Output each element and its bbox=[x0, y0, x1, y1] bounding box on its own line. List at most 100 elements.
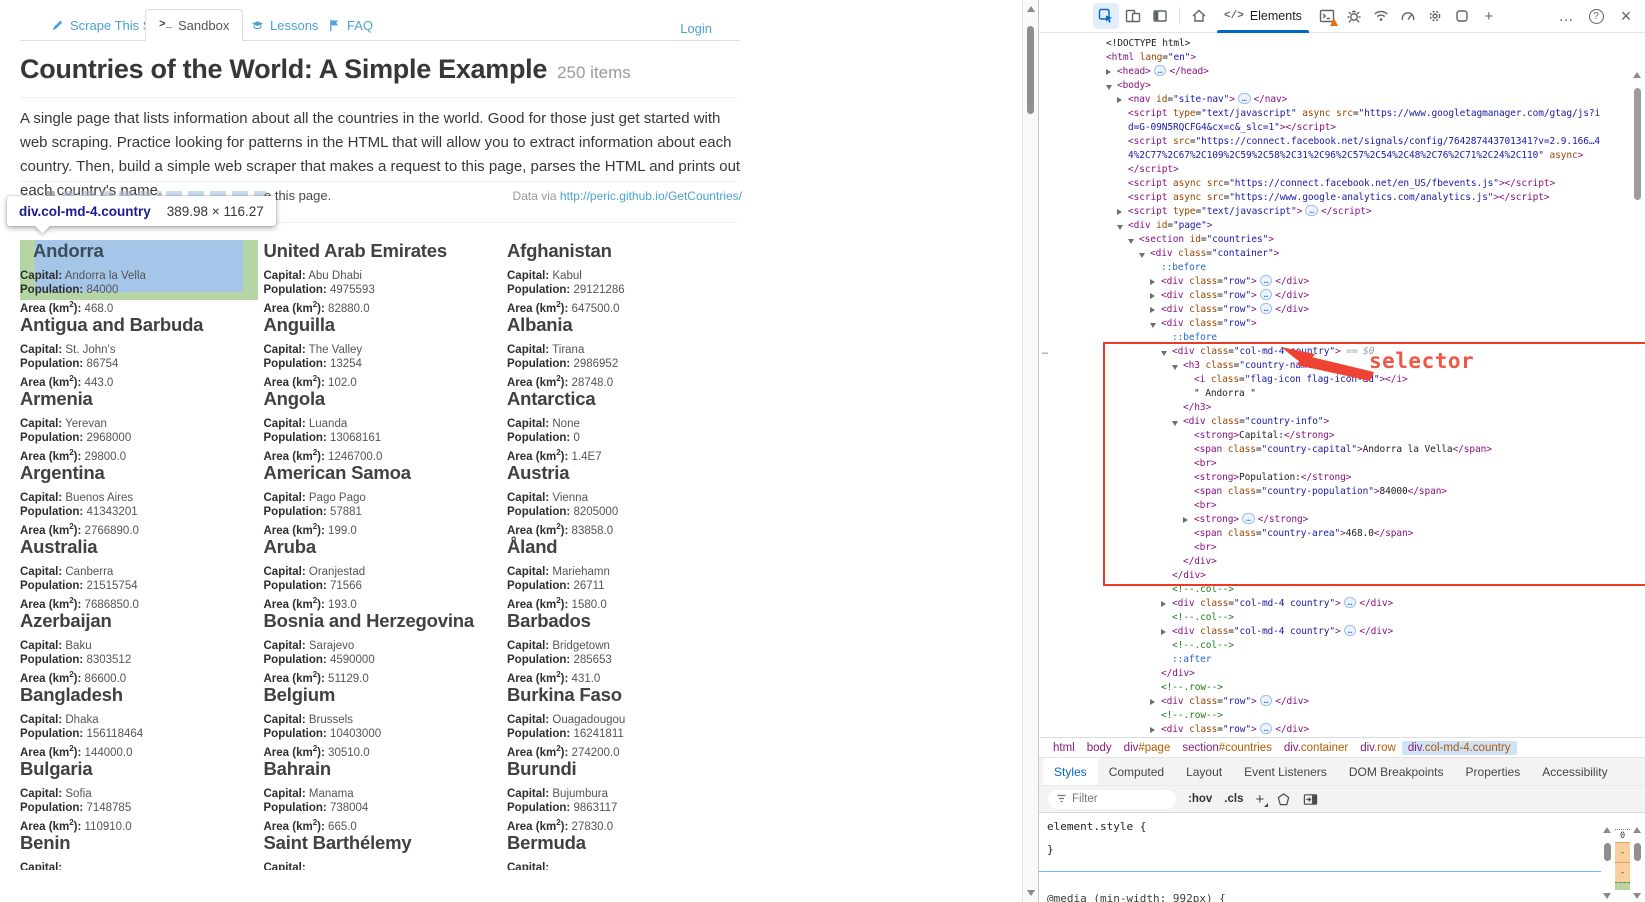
dom-tree-scrollbar[interactable] bbox=[1631, 70, 1644, 737]
scrollbar-thumb[interactable] bbox=[1634, 88, 1641, 200]
nav-item-sandbox[interactable]: >_ Sandbox bbox=[145, 9, 243, 41]
dom-tree-line[interactable]: </div> bbox=[1039, 569, 1645, 583]
sidebar-tab-layout[interactable]: Layout bbox=[1175, 758, 1233, 785]
scrollbar-thumb[interactable] bbox=[1027, 26, 1034, 114]
collapse-arrow-icon[interactable] bbox=[1106, 85, 1112, 90]
dom-tree-line[interactable]: <div class="row">…</div> bbox=[1039, 275, 1645, 289]
expand-arrow-icon[interactable] bbox=[1161, 601, 1166, 607]
dom-tree-line[interactable]: <!--.col--> bbox=[1039, 611, 1645, 625]
add-panel-icon[interactable]: + bbox=[1476, 3, 1502, 29]
dom-tree-line[interactable]: <div id="page"> bbox=[1039, 219, 1645, 233]
home-icon[interactable] bbox=[1186, 3, 1212, 29]
sidebar-tab-computed[interactable]: Computed bbox=[1098, 758, 1175, 785]
dom-tree-line[interactable]: <span class="country-capital">Andorra la… bbox=[1039, 443, 1645, 457]
dom-tree-line[interactable]: <span class="country-area">468.0</span> bbox=[1039, 527, 1645, 541]
dom-tree-line[interactable]: <div class="container"> bbox=[1039, 247, 1645, 261]
new-style-rule-button[interactable]: + bbox=[1255, 791, 1264, 808]
scroll-down-arrow-icon[interactable] bbox=[1027, 890, 1035, 896]
expand-arrow-icon[interactable] bbox=[1117, 209, 1122, 215]
expand-arrow-icon[interactable] bbox=[1106, 69, 1111, 75]
dom-tree-line[interactable]: <br> bbox=[1039, 457, 1645, 471]
breadcrumb-item[interactable]: html bbox=[1047, 741, 1081, 755]
sidebar-scrollbar[interactable] bbox=[1631, 827, 1644, 899]
scroll-up-arrow-icon[interactable] bbox=[1633, 827, 1641, 833]
storage-icon[interactable] bbox=[1449, 3, 1475, 29]
styles-scrollbar[interactable] bbox=[1601, 827, 1614, 899]
dom-tree-line[interactable]: </script> bbox=[1039, 163, 1645, 177]
inline-expand-icon[interactable]: … bbox=[1305, 205, 1318, 216]
breadcrumb-item[interactable]: div.row bbox=[1354, 741, 1402, 755]
expand-arrow-icon[interactable] bbox=[1150, 293, 1155, 299]
dom-tree-line[interactable]: " Andorra " bbox=[1039, 387, 1645, 401]
expand-arrow-icon[interactable] bbox=[1150, 699, 1155, 705]
help-icon[interactable]: ? bbox=[1589, 9, 1604, 24]
inline-expand-icon[interactable]: … bbox=[1344, 597, 1357, 608]
login-link[interactable]: Login bbox=[680, 21, 712, 36]
sidebar-tab-properties[interactable]: Properties bbox=[1455, 758, 1532, 785]
breadcrumb-item[interactable]: section#countries bbox=[1176, 741, 1278, 755]
dom-tree-line[interactable]: <div class="country-info"> bbox=[1039, 415, 1645, 429]
dom-tree-line[interactable]: <div class="row">…</div> bbox=[1039, 303, 1645, 317]
breadcrumb-item[interactable]: body bbox=[1081, 741, 1118, 755]
dom-tree-line[interactable]: d=G-09N5RQCFG4&cx=c&_slc=1"></script> bbox=[1039, 121, 1645, 135]
dom-tree-line[interactable]: <section id="countries"> bbox=[1039, 233, 1645, 247]
dom-tree-line[interactable]: <!--.row--> bbox=[1039, 709, 1645, 723]
expand-arrow-icon[interactable] bbox=[1117, 97, 1122, 103]
scroll-down-arrow-icon[interactable] bbox=[1603, 893, 1611, 899]
hover-state-button[interactable]: :hov bbox=[1188, 793, 1212, 805]
collapse-arrow-icon[interactable] bbox=[1128, 239, 1134, 244]
inline-expand-icon[interactable]: … bbox=[1260, 303, 1273, 314]
dom-tree-line[interactable]: <html lang="en"> bbox=[1039, 51, 1645, 65]
dom-tree-line[interactable]: <span class="country-population">84000</… bbox=[1039, 485, 1645, 499]
scrollbar-thumb[interactable] bbox=[1604, 843, 1611, 861]
sidebar-tab-styles[interactable]: Styles bbox=[1043, 758, 1098, 785]
scroll-up-arrow-icon[interactable] bbox=[1633, 72, 1641, 78]
dom-tree-line[interactable]: <head>…</head> bbox=[1039, 65, 1645, 79]
collapse-arrow-icon[interactable] bbox=[1150, 323, 1156, 328]
console-icon[interactable] bbox=[1314, 3, 1340, 29]
breadcrumb-item[interactable]: div.col-md-4.country bbox=[1402, 741, 1517, 755]
inspect-icon[interactable] bbox=[1093, 3, 1119, 29]
dock-side-icon[interactable] bbox=[1147, 3, 1173, 29]
dom-tree-line[interactable]: </h3> bbox=[1039, 401, 1645, 415]
element-style-rule[interactable]: element.style { bbox=[1039, 813, 1645, 833]
styles-filter-input[interactable] bbox=[1048, 790, 1176, 809]
inline-expand-icon[interactable]: … bbox=[1260, 695, 1273, 706]
dom-tree-line[interactable]: <div class="row">…</div> bbox=[1039, 289, 1645, 303]
inline-expand-icon[interactable]: … bbox=[1154, 65, 1167, 76]
dom-tree-line[interactable]: <div class="col-md-4 country"> == $0 bbox=[1039, 345, 1645, 359]
expand-arrow-icon[interactable] bbox=[1183, 517, 1188, 523]
dom-tree-line[interactable]: <i class="flag-icon flag-icon-ad"></i> bbox=[1039, 373, 1645, 387]
inline-expand-icon[interactable]: … bbox=[1260, 289, 1273, 300]
dom-tree-line[interactable]: <script src="https://connect.facebook.ne… bbox=[1039, 135, 1645, 149]
inline-expand-icon[interactable]: … bbox=[1238, 93, 1251, 104]
dom-tree-line[interactable]: <strong>Population:</strong> bbox=[1039, 471, 1645, 485]
tab-elements[interactable]: </> Elements bbox=[1213, 0, 1313, 33]
dom-tree-line[interactable]: <script async src="https://www.google-an… bbox=[1039, 191, 1645, 205]
scroll-down-arrow-icon[interactable] bbox=[1633, 893, 1641, 899]
dom-tree-line[interactable]: </div> bbox=[1039, 667, 1645, 681]
dom-tree-line[interactable]: <br> bbox=[1039, 541, 1645, 555]
scroll-up-arrow-icon[interactable] bbox=[1027, 6, 1035, 12]
collapse-arrow-icon[interactable] bbox=[1172, 365, 1178, 370]
dom-tree-line[interactable]: <script type="text/javascript">…</script… bbox=[1039, 205, 1645, 219]
collapse-arrow-icon[interactable] bbox=[1117, 225, 1123, 230]
dom-tree-line[interactable]: <!--.row--> bbox=[1039, 681, 1645, 695]
collapse-arrow-icon[interactable] bbox=[1139, 253, 1145, 258]
class-toggle-button[interactable]: .cls bbox=[1224, 793, 1243, 805]
computed-sidebar-toggle-icon[interactable] bbox=[1303, 792, 1318, 807]
dom-tree-line[interactable]: <div class="row">…</div> bbox=[1039, 695, 1645, 709]
collapse-arrow-icon[interactable] bbox=[1161, 351, 1167, 356]
dom-tree-line[interactable]: <h3 class="country-name"> bbox=[1039, 359, 1645, 373]
breadcrumb-item[interactable]: div#page bbox=[1118, 741, 1177, 755]
dom-tree-line[interactable]: <strong>Capital:</strong> bbox=[1039, 429, 1645, 443]
dom-tree-line[interactable]: <!DOCTYPE html> bbox=[1039, 37, 1645, 51]
dom-tree-line[interactable]: <div class="row">…</div> bbox=[1039, 723, 1645, 737]
dom-tree-line[interactable]: <div class="row"> bbox=[1039, 317, 1645, 331]
data-source-link[interactable]: http://peric.github.io/GetCountries/ bbox=[560, 189, 742, 203]
expand-arrow-icon[interactable] bbox=[1150, 727, 1155, 733]
dom-tree-line[interactable]: 4%2C77%2C67%2C109%2C59%2C58%2C31%2C96%2C… bbox=[1039, 149, 1645, 163]
debug-icon[interactable] bbox=[1341, 3, 1367, 29]
nav-item-faq[interactable]: FAQ bbox=[315, 9, 386, 41]
dom-tree-line[interactable]: <script async src="https://connect.faceb… bbox=[1039, 177, 1645, 191]
